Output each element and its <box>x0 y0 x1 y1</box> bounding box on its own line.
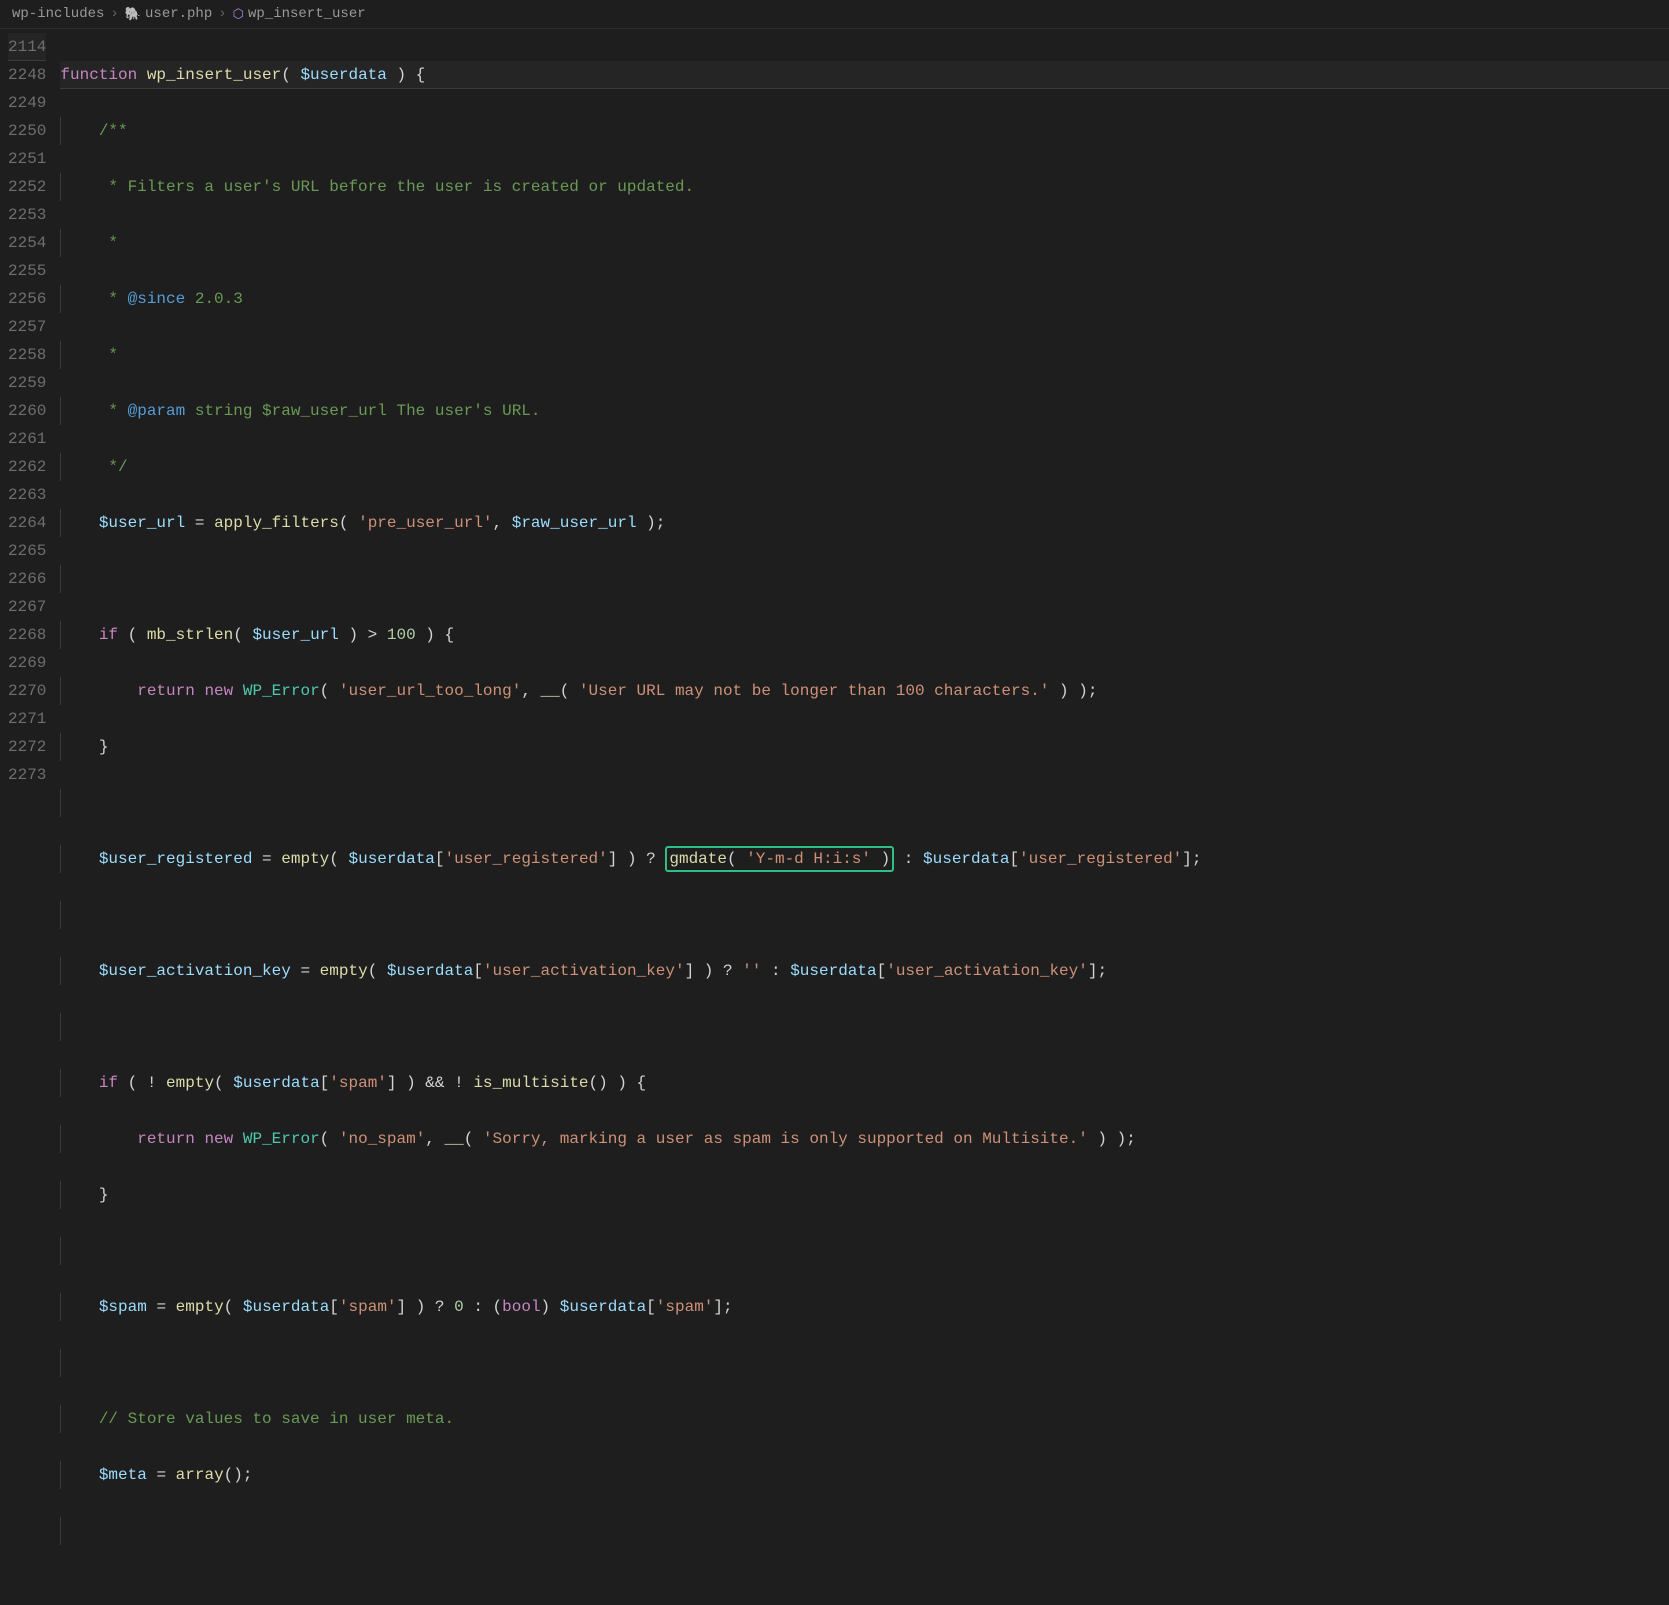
chevron-right-icon: › <box>110 6 118 22</box>
code-content[interactable]: function wp_insert_user( $userdata ) { /… <box>60 29 1669 1605</box>
code-line[interactable]: return new WP_Error( 'user_url_too_long'… <box>60 677 1669 705</box>
line-number: 2266 <box>8 565 46 593</box>
line-number: 2259 <box>8 369 46 397</box>
line-number: 2255 <box>8 257 46 285</box>
breadcrumb[interactable]: wp-includes › 🐘 user.php › ⬡ wp_insert_u… <box>0 0 1669 29</box>
code-line[interactable] <box>60 1013 1669 1041</box>
code-line[interactable]: function wp_insert_user( $userdata ) { <box>60 61 1669 89</box>
code-line[interactable]: * Filters a user's URL before the user i… <box>60 173 1669 201</box>
line-number: 2248 <box>8 61 46 89</box>
line-number: 2268 <box>8 621 46 649</box>
code-line[interactable]: } <box>60 1181 1669 1209</box>
code-line[interactable]: */ <box>60 453 1669 481</box>
code-line[interactable]: /** <box>60 117 1669 145</box>
line-number: 2262 <box>8 453 46 481</box>
code-line[interactable]: // Store values to save in user meta. <box>60 1405 1669 1433</box>
code-line[interactable]: } <box>60 733 1669 761</box>
code-line[interactable] <box>60 1237 1669 1265</box>
code-line[interactable]: * @param string $raw_user_url The user's… <box>60 397 1669 425</box>
line-number: 2272 <box>8 733 46 761</box>
code-line[interactable]: if ( ! empty( $userdata['spam'] ) && ! i… <box>60 1069 1669 1097</box>
code-line[interactable]: $user_registered = empty( $userdata['use… <box>60 845 1669 873</box>
breadcrumb-folder[interactable]: wp-includes <box>12 6 104 22</box>
code-line[interactable] <box>60 565 1669 593</box>
line-number: 2263 <box>8 481 46 509</box>
code-line[interactable]: if ( mb_strlen( $user_url ) > 100 ) { <box>60 621 1669 649</box>
line-number: 2114 <box>8 33 46 61</box>
line-number: 2250 <box>8 117 46 145</box>
line-number: 2271 <box>8 705 46 733</box>
code-line[interactable]: * <box>60 229 1669 257</box>
line-number: 2258 <box>8 341 46 369</box>
code-line[interactable] <box>60 1517 1669 1545</box>
line-number: 2269 <box>8 649 46 677</box>
code-line[interactable] <box>60 789 1669 817</box>
line-number: 2264 <box>8 509 46 537</box>
code-line[interactable]: $meta = array(); <box>60 1461 1669 1489</box>
code-line[interactable]: $user_url = apply_filters( 'pre_user_url… <box>60 509 1669 537</box>
line-number: 2261 <box>8 425 46 453</box>
function-icon: ⬡ <box>233 7 244 22</box>
line-number: 2253 <box>8 201 46 229</box>
line-number: 2273 <box>8 761 46 789</box>
line-number: 2260 <box>8 397 46 425</box>
line-number: 2267 <box>8 593 46 621</box>
php-file-icon: 🐘 <box>125 7 141 22</box>
line-number: 2257 <box>8 313 46 341</box>
chevron-right-icon: › <box>218 6 226 22</box>
line-number: 2251 <box>8 145 46 173</box>
code-line[interactable]: * <box>60 341 1669 369</box>
line-number: 2270 <box>8 677 46 705</box>
line-number: 2265 <box>8 537 46 565</box>
code-editor[interactable]: 2114 2248 2249 2250 2251 2252 2253 2254 … <box>0 29 1669 1605</box>
line-number: 2256 <box>8 285 46 313</box>
code-line[interactable]: $spam = empty( $userdata['spam'] ) ? 0 :… <box>60 1293 1669 1321</box>
code-line[interactable] <box>60 1349 1669 1377</box>
breadcrumb-symbol[interactable]: wp_insert_user <box>248 6 366 22</box>
code-line[interactable]: $user_activation_key = empty( $userdata[… <box>60 957 1669 985</box>
breadcrumb-file[interactable]: user.php <box>145 6 212 22</box>
line-number: 2252 <box>8 173 46 201</box>
highlighted-expression: gmdate( 'Y-m-d H:i:s' ) <box>665 846 894 872</box>
line-number-gutter: 2114 2248 2249 2250 2251 2252 2253 2254 … <box>0 29 60 1605</box>
line-number: 2249 <box>8 89 46 117</box>
code-line[interactable]: * @since 2.0.3 <box>60 285 1669 313</box>
code-line[interactable]: return new WP_Error( 'no_spam', __( 'Sor… <box>60 1125 1669 1153</box>
code-line[interactable] <box>60 901 1669 929</box>
line-number: 2254 <box>8 229 46 257</box>
